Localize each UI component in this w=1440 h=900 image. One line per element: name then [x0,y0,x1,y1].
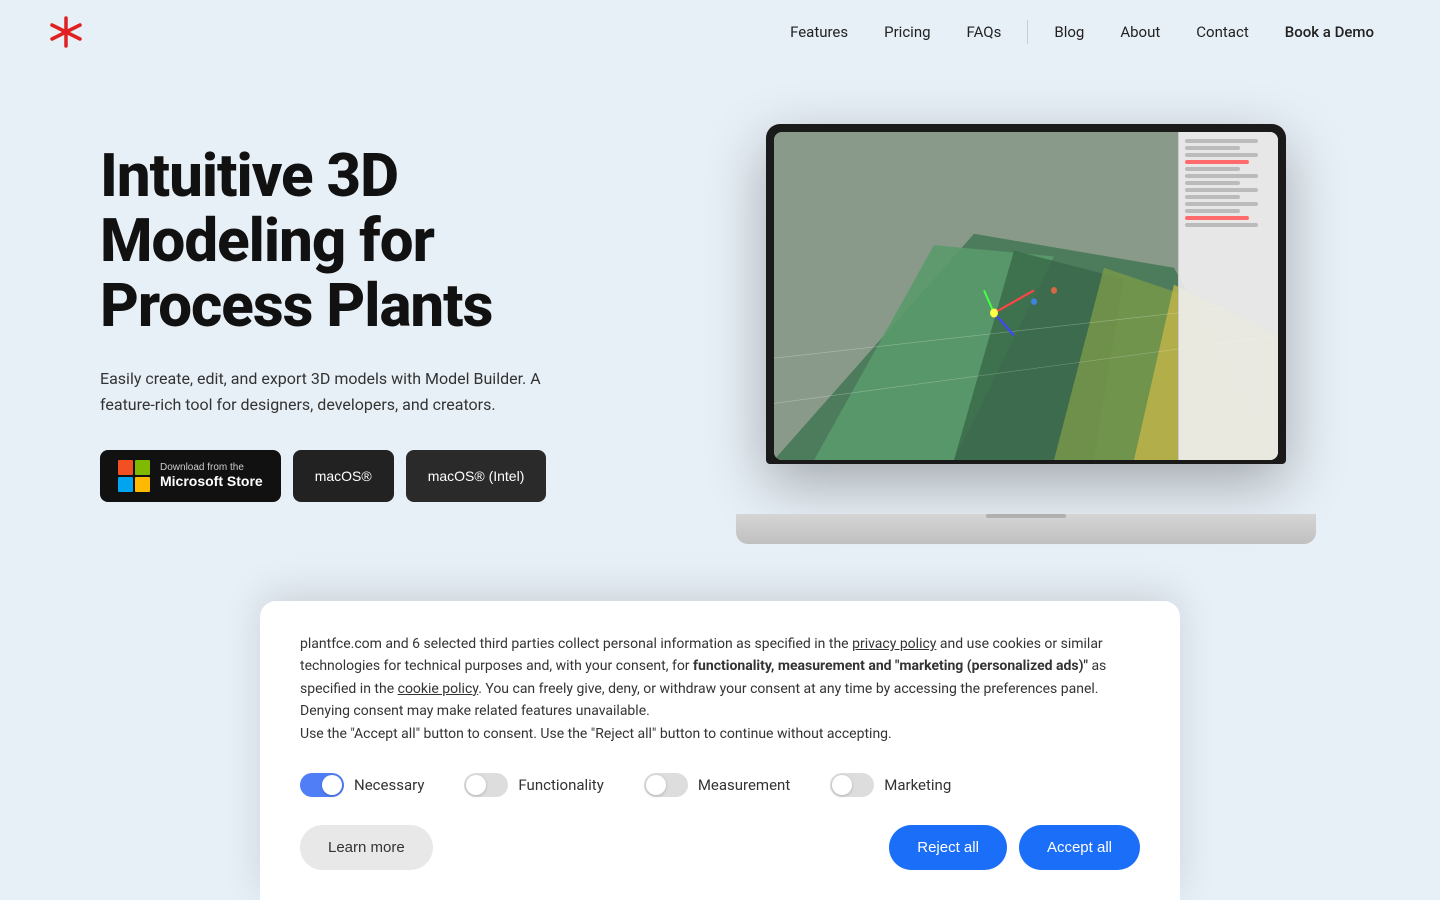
navbar: Features Pricing FAQs Blog About Contact… [0,0,1440,64]
nav-item-blog[interactable]: Blog [1036,15,1102,49]
nav-links: Features Pricing FAQs Blog About Contact… [772,15,1392,49]
nav-link-blog[interactable]: Blog [1036,15,1102,49]
hero-buttons: Download from the Microsoft Store macOS®… [100,450,620,502]
necessary-toggle[interactable] [300,773,344,797]
toggle-functionality-label: Functionality [518,776,603,794]
ms-button-text: Download from the Microsoft Store [160,462,263,489]
logo-icon [48,14,84,50]
functionality-toggle[interactable] [464,773,508,797]
accept-all-button[interactable]: Accept all [1019,825,1140,870]
laptop-mockup [736,124,1316,544]
laptop-screen [766,124,1286,464]
toggle-functionality: Functionality [464,773,603,797]
hero-text: Intuitive 3D Modeling for Process Plants… [100,124,620,502]
sidebar-line [1185,167,1240,171]
sidebar-line-accent [1185,160,1249,164]
laptop-notch [986,514,1066,518]
nav-item-about[interactable]: About [1102,15,1178,49]
nav-item-features[interactable]: Features [772,15,866,49]
toggle-marketing-label: Marketing [884,776,951,794]
hero-heading: Intuitive 3D Modeling for Process Plants [100,144,620,338]
sidebar-line [1185,202,1258,206]
screen-content [774,132,1278,460]
sidebar-line [1185,195,1240,199]
sidebar-line [1185,153,1258,157]
logo[interactable] [48,14,84,50]
nav-separator [1027,20,1028,44]
nav-link-contact[interactable]: Contact [1178,15,1266,49]
nav-item-contact[interactable]: Contact [1178,15,1266,49]
download-ms-button[interactable]: Download from the Microsoft Store [100,450,281,502]
cookie-policy-link[interactable]: cookie policy [398,681,479,697]
toggle-thumb [466,775,486,795]
hero-image [660,124,1392,544]
sidebar-line [1185,181,1240,185]
sidebar-line [1185,139,1258,143]
screen-sidebar [1178,132,1278,460]
sidebar-line [1185,223,1258,227]
nav-link-pricing[interactable]: Pricing [866,15,948,49]
nav-link-features[interactable]: Features [772,15,866,49]
nav-item-book-demo[interactable]: Book a Demo [1267,15,1392,49]
hero-description: Easily create, edit, and export 3D model… [100,366,560,417]
marketing-toggle[interactable] [830,773,874,797]
toggle-thumb [646,775,666,795]
cookie-overlay: plantfce.com and 6 selected third partie… [0,601,1440,900]
nav-item-pricing[interactable]: Pricing [866,15,948,49]
cookie-action-buttons: Reject all Accept all [889,825,1140,870]
sidebar-line [1185,188,1258,192]
download-macos-button[interactable]: macOS® [293,450,394,502]
toggle-measurement: Measurement [644,773,790,797]
nav-link-book-demo[interactable]: Book a Demo [1267,15,1392,49]
nav-link-faqs[interactable]: FAQs [949,15,1020,49]
cookie-actions: Learn more Reject all Accept all [300,825,1140,870]
sidebar-line [1185,209,1240,213]
cookie-banner: plantfce.com and 6 selected third partie… [260,601,1180,900]
toggle-thumb [322,775,342,795]
sidebar-line [1185,174,1258,178]
nav-link-about[interactable]: About [1102,15,1178,49]
reject-all-button[interactable]: Reject all [889,825,1007,870]
hero-section: Intuitive 3D Modeling for Process Plants… [0,64,1440,584]
toggle-thumb [832,775,852,795]
nav-item-faqs[interactable]: FAQs [949,15,1020,49]
toggle-necessary: Necessary [300,773,424,797]
cookie-text: plantfce.com and 6 selected third partie… [300,633,1140,745]
sidebar-line-accent [1185,216,1249,220]
toggle-measurement-label: Measurement [698,776,790,794]
toggle-marketing: Marketing [830,773,951,797]
privacy-policy-link[interactable]: privacy policy [852,636,936,652]
cookie-toggles: Necessary Functionality Measurement Mark… [300,773,1140,797]
laptop-base [736,514,1316,544]
download-macos-intel-button[interactable]: macOS® (Intel) [406,450,547,502]
learn-more-button[interactable]: Learn more [300,825,433,870]
measurement-toggle[interactable] [644,773,688,797]
sidebar-line [1185,146,1240,150]
microsoft-icon [118,460,150,492]
toggle-necessary-label: Necessary [354,776,424,794]
